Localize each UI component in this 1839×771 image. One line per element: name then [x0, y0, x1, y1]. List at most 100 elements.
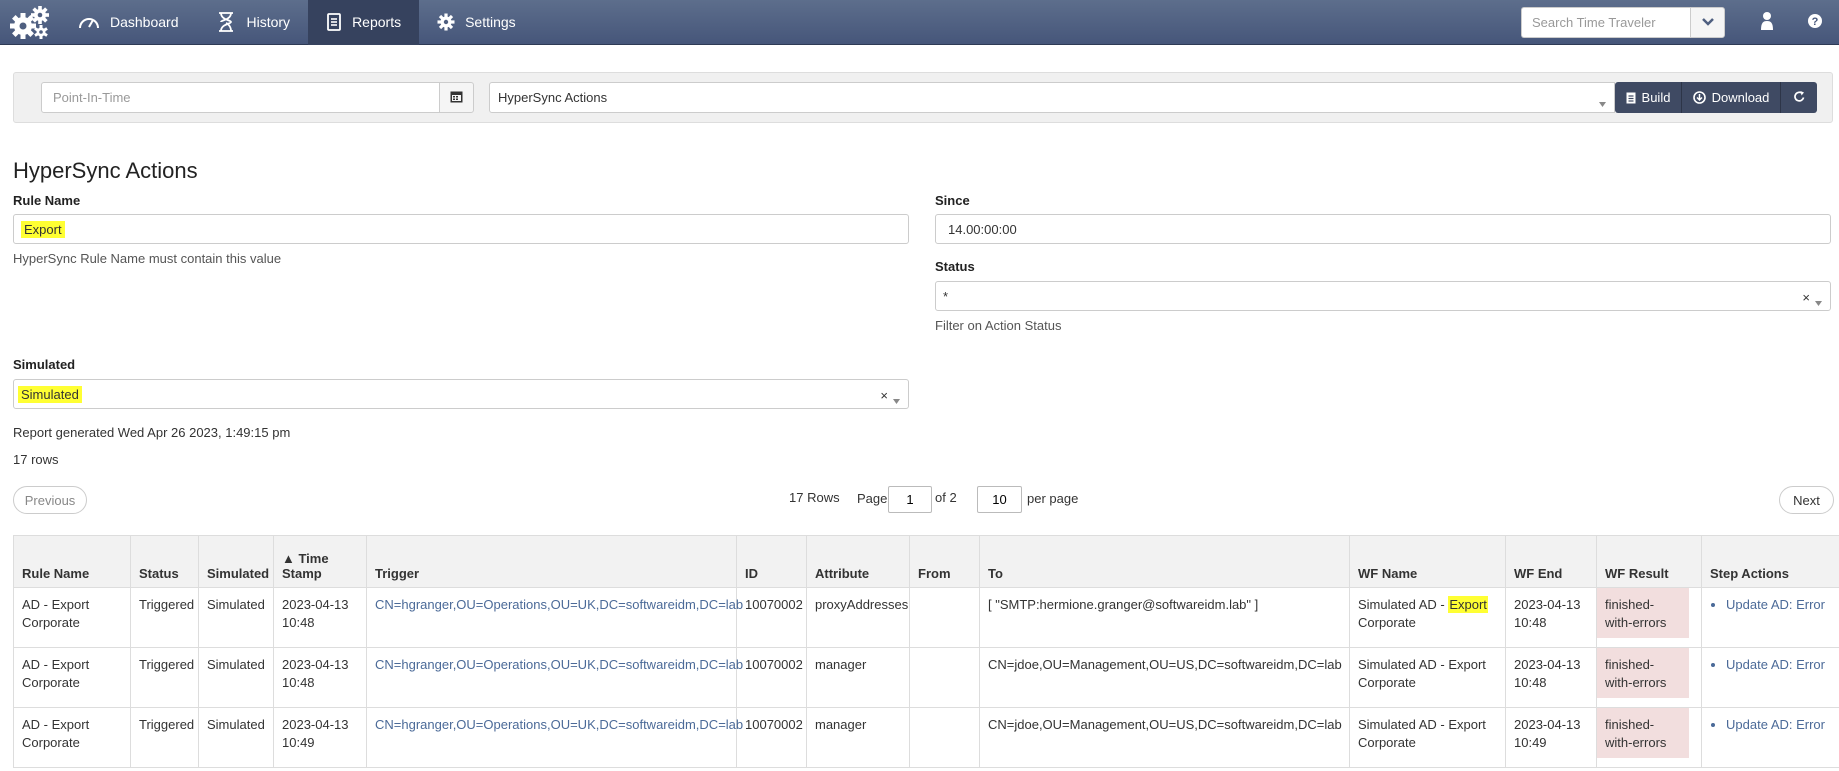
refresh-icon [1793, 90, 1806, 106]
simulated-value: Simulated [18, 385, 82, 403]
table-header-row: Rule Name Status Simulated ▲ Time Stamp … [13, 535, 1839, 588]
cell-attribute: manager [806, 647, 910, 708]
column-header[interactable]: To [979, 535, 1350, 588]
wf-name-highlight: Export [1448, 596, 1488, 613]
cell-time-stamp: 2023-04-13 10:48 [273, 647, 367, 708]
cell-wf-result: finished-with-errors [1596, 587, 1702, 648]
cell-attribute: manager [806, 707, 910, 768]
results-table: Rule Name Status Simulated ▲ Time Stamp … [13, 535, 1839, 768]
cell-trigger-link[interactable]: CN=hgranger,OU=Operations,OU=UK,DC=softw… [366, 707, 743, 768]
column-header-sorted[interactable]: ▲ Time Stamp [273, 535, 367, 588]
cell-id: 10070002 [736, 587, 807, 648]
cell-wf-end: 2023-04-13 10:49 [1505, 707, 1597, 768]
cell-to: CN=jdoe,OU=Management,OU=US,DC=softwarei… [979, 707, 1350, 768]
column-header[interactable]: Status [130, 535, 199, 588]
rule-name-label: Rule Name [13, 193, 81, 208]
cell-time-stamp: 2023-04-13 10:49 [273, 707, 367, 768]
report-select[interactable]: HyperSync Actions [489, 82, 1615, 113]
column-header[interactable]: Trigger [366, 535, 737, 588]
cell-from [909, 707, 980, 768]
cell-trigger-link[interactable]: CN=hgranger,OU=Operations,OU=UK,DC=softw… [366, 647, 743, 708]
status-help: Filter on Action Status [935, 318, 1062, 333]
cell-simulated: Simulated [198, 647, 274, 708]
cell-rule-name: AD - Export Corporate [13, 707, 131, 768]
previous-button[interactable]: Previous [13, 486, 87, 514]
nav-settings[interactable]: Settings [419, 0, 534, 45]
cell-status: Triggered [130, 707, 199, 768]
wf-name-prefix: Simulated AD - [1358, 597, 1449, 612]
report-book-icon [326, 13, 342, 31]
cell-simulated: Simulated [198, 707, 274, 768]
cell-from [909, 587, 980, 648]
cell-wf-end: 2023-04-13 10:48 [1505, 587, 1597, 648]
calendar-button[interactable] [439, 82, 474, 113]
report-toolbar: HyperSync Actions Build Download [13, 72, 1833, 123]
rule-name-field[interactable]: Export [13, 214, 909, 244]
since-field[interactable]: 14.00:00:00 [935, 214, 1831, 244]
column-header[interactable]: Step Actions [1701, 535, 1839, 588]
clear-icon[interactable]: × [880, 388, 888, 403]
nav-dashboard[interactable]: Dashboard [60, 0, 197, 45]
rule-name-value: Export [21, 220, 65, 238]
cell-from [909, 647, 980, 708]
refresh-button[interactable] [1781, 82, 1817, 113]
cell-time-stamp: 2023-04-13 10:48 [273, 587, 367, 648]
page-number-input[interactable] [888, 486, 932, 513]
cell-simulated: Simulated [198, 587, 274, 648]
simulated-label: Simulated [13, 357, 76, 372]
search-input[interactable] [1521, 6, 1690, 38]
clear-icon[interactable]: × [1802, 290, 1810, 305]
cell-wf-result: finished-with-errors [1596, 647, 1702, 708]
build-button[interactable]: Build [1615, 82, 1682, 113]
user-icon [1760, 11, 1774, 34]
cell-status: Triggered [130, 587, 199, 648]
nav-reports[interactable]: Reports [308, 0, 420, 45]
table-row: AD - Export Corporate Triggered Simulate… [13, 707, 1839, 768]
caret-down-icon [1815, 294, 1822, 309]
caret-down-icon [893, 392, 900, 407]
column-header[interactable]: ID [736, 535, 807, 588]
cell-step-actions: Update AD: Error [1701, 587, 1839, 648]
column-header[interactable]: Simulated [198, 535, 274, 588]
report-select-value: HyperSync Actions [498, 90, 608, 105]
report-generated-text: Report generated Wed Apr 26 2023, 1:49:1… [13, 425, 291, 440]
nav-history[interactable]: History [197, 0, 309, 45]
download-button[interactable]: Download [1682, 82, 1781, 113]
status-select[interactable]: * × [935, 281, 1831, 311]
next-button[interactable]: Next [1779, 486, 1834, 514]
column-header[interactable]: WF Result [1596, 535, 1702, 588]
row-count-text: 17 rows [13, 452, 59, 467]
step-action-link[interactable]: Update AD: Error [1726, 656, 1831, 674]
table-row: AD - Export Corporate Triggered Simulate… [13, 647, 1839, 708]
per-page-input[interactable] [977, 486, 1022, 513]
cell-id: 10070002 [736, 647, 807, 708]
cell-trigger-link[interactable]: CN=hgranger,OU=Operations,OU=UK,DC=softw… [366, 587, 743, 648]
step-action-link[interactable]: Update AD: Error [1726, 596, 1831, 614]
cell-attribute: proxyAddresses [806, 587, 910, 648]
simulated-select[interactable]: Simulated × [13, 379, 909, 409]
cell-wf-end: 2023-04-13 10:48 [1505, 647, 1597, 708]
cell-wf-name: Simulated AD - Export Corporate [1349, 707, 1506, 768]
point-in-time-input[interactable] [41, 82, 440, 113]
calendar-icon [450, 90, 463, 106]
user-button[interactable] [1743, 0, 1791, 45]
build-label: Build [1641, 90, 1671, 105]
cell-id: 10070002 [736, 707, 807, 768]
previous-label: Previous [24, 492, 76, 508]
nav-dashboard-label: Dashboard [110, 14, 179, 30]
column-header[interactable]: Rule Name [13, 535, 131, 588]
logo-gears-icon[interactable] [0, 0, 60, 45]
wf-result-error: finished-with-errors [1597, 648, 1689, 698]
column-header[interactable]: From [909, 535, 980, 588]
column-header[interactable]: WF Name [1349, 535, 1506, 588]
download-circle-icon [1692, 91, 1706, 104]
page-title: HyperSync Actions [13, 158, 198, 183]
help-button[interactable]: ? [1791, 0, 1839, 45]
search-dropdown-button[interactable] [1690, 6, 1725, 38]
cell-status: Triggered [130, 647, 199, 708]
cell-to: [ "SMTP:hermione.granger@softwareidm.lab… [979, 587, 1350, 648]
step-action-link[interactable]: Update AD: Error [1726, 716, 1831, 734]
cell-rule-name: AD - Export Corporate [13, 587, 131, 648]
column-header[interactable]: WF End [1505, 535, 1597, 588]
column-header[interactable]: Attribute [806, 535, 910, 588]
